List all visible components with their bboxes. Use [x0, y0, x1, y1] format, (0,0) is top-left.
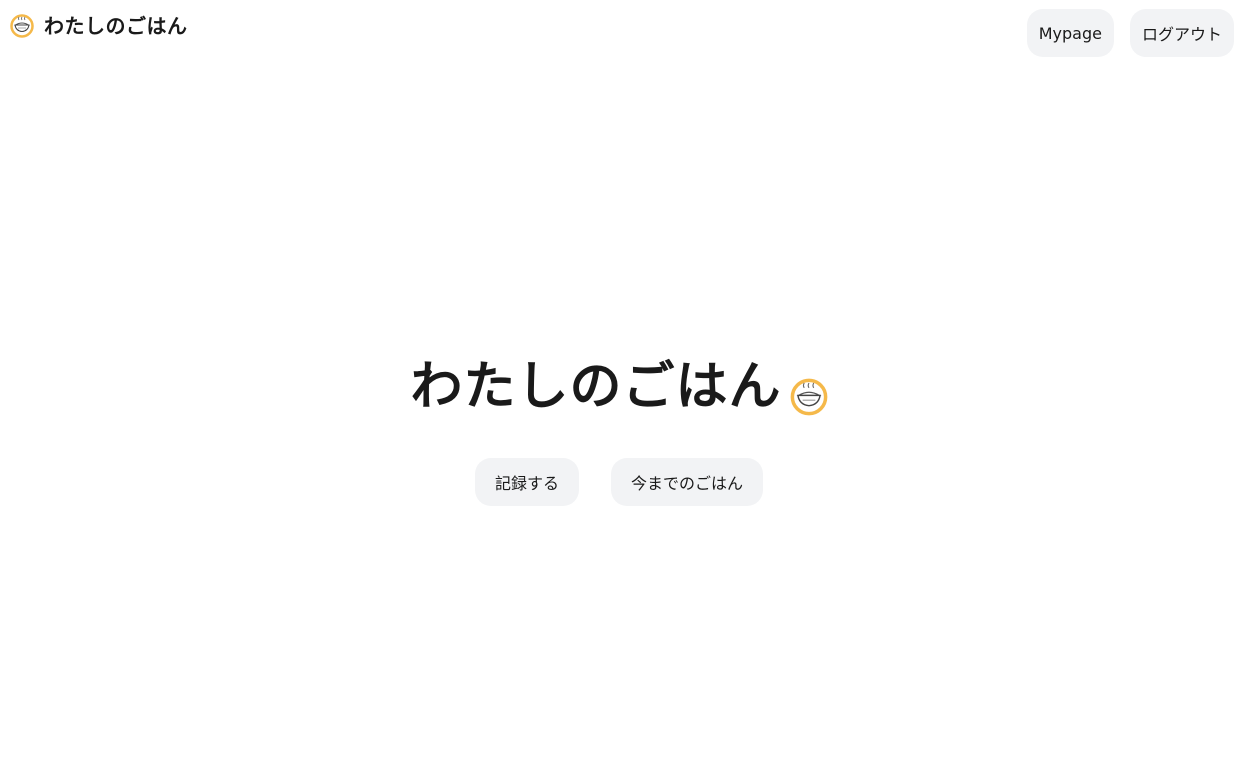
history-button[interactable]: 今までのごはん — [611, 458, 764, 506]
page-title: わたしのごはん — [410, 357, 782, 417]
brand-title: わたしのごはん — [44, 14, 188, 38]
top-header: わたしのごはん Mypage ログアウト — [0, 0, 1238, 60]
brand[interactable]: わたしのごはん — [10, 12, 188, 40]
record-button[interactable]: 記録する — [474, 458, 579, 506]
hero: わたしのごはん — [0, 356, 1238, 418]
rice-bowl-icon — [790, 378, 828, 416]
logout-button[interactable]: ログアウト — [1129, 9, 1234, 57]
page: わたしのごはん Mypage ログアウト わたしのごはん 記録する 今までのごは… — [0, 0, 1238, 766]
action-buttons: 記録する 今までのごはん — [0, 458, 1238, 506]
header-nav: Mypage ログアウト — [1026, 9, 1234, 57]
mypage-button[interactable]: Mypage — [1026, 9, 1114, 57]
rice-bowl-icon — [10, 14, 34, 38]
